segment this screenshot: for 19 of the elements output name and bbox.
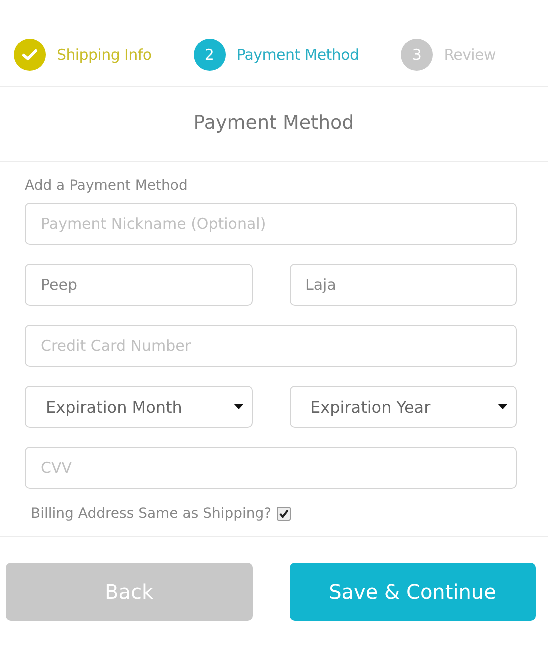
input-field[interactable]: Credit Card Number [25, 325, 517, 367]
step-indicator-icon [14, 39, 46, 71]
button[interactable]: Save & Continue [290, 563, 536, 621]
dropdown[interactable]: Expiration Month [25, 386, 252, 428]
step-label: Review [444, 46, 496, 64]
caret-icon [498, 404, 508, 410]
input-field[interactable]: Laja [290, 264, 517, 306]
step-indicator-icon: 2 [194, 39, 226, 71]
checkbox[interactable] [276, 507, 291, 521]
input-field[interactable]: Peep [25, 264, 252, 306]
input-field[interactable]: Payment Nickname (Optional) [25, 203, 517, 245]
caret-icon [234, 404, 244, 410]
step-label: Shipping Info [57, 46, 152, 64]
checkbox-label: Billing Address Same as Shipping? [31, 506, 272, 522]
section-heading: Payment Method [0, 87, 548, 162]
form-label: Add a Payment Method [25, 178, 189, 194]
input-field[interactable]: CVV [25, 447, 517, 489]
dropdown[interactable]: Expiration Year [290, 386, 517, 428]
step-label: Payment Method [236, 46, 360, 64]
